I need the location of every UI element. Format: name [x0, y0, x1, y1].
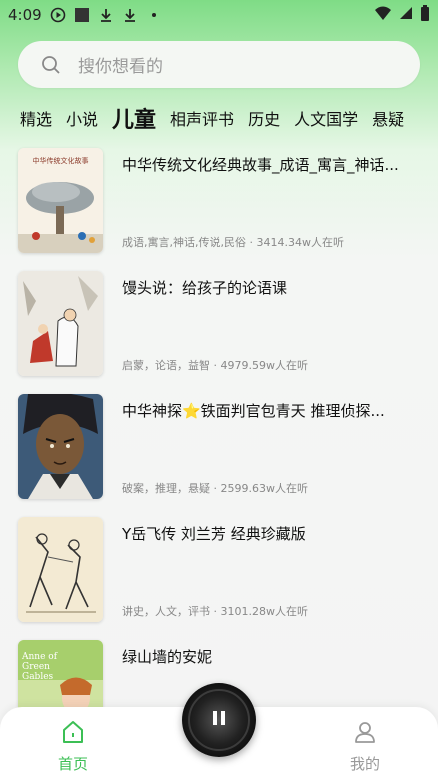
nav-home[interactable]: 首页 [43, 719, 103, 774]
search-icon [40, 54, 62, 76]
album-meta: 破案，推理，悬疑 · 2599.63w人在听 [122, 482, 308, 495]
tab-xuanyi[interactable]: 悬疑 [372, 106, 404, 130]
status-bar: 4:09 [0, 0, 438, 30]
record-ring [188, 689, 250, 751]
play-circle-icon [50, 7, 66, 23]
album-cover [18, 517, 103, 622]
album-meta: 成语,寓言,神话,传说,民俗 · 3414.34w人在听 [122, 236, 344, 249]
category-tabs: 精选 小说 儿童 相声评书 历史 人文国学 悬疑 [0, 98, 438, 138]
app-square-icon [74, 7, 90, 23]
download-icon [98, 7, 114, 23]
album-cover [18, 394, 103, 499]
mini-player-button[interactable] [182, 683, 256, 757]
tab-xiangsheng[interactable]: 相声评书 [170, 106, 234, 130]
album-meta: 讲史，人文，评书 · 3101.28w人在听 [122, 605, 308, 618]
cover-text: 中华传统文化故事 [32, 157, 89, 165]
nav-mine-label: 我的 [349, 755, 380, 773]
list-item[interactable]: 中华传统文化故事 中华传统文化经典故事_成语_寓言_神话... 成语,寓言,神话… [0, 148, 438, 253]
nav-home-label: 首页 [57, 755, 88, 773]
cover-text: Anne of Green Gables [22, 652, 58, 682]
album-title: 绿山墙的安妮 [122, 648, 213, 666]
battery-icon [420, 5, 430, 25]
download-icon-2 [122, 7, 138, 23]
list-item[interactable]: 馒头说：给孩子的论语课 启蒙，论语，益智 · 4979.59w人在听 [0, 271, 438, 376]
tab-renwen[interactable]: 人文国学 [294, 106, 358, 130]
search-placeholder: 搜你想看的 [78, 57, 163, 77]
user-icon [352, 719, 378, 749]
album-cover [18, 271, 103, 376]
search-bar[interactable]: 搜你想看的 [18, 41, 420, 88]
tab-jingxuan[interactable]: 精选 [20, 106, 52, 130]
home-icon [60, 719, 86, 749]
nav-mine[interactable]: 我的 [335, 719, 395, 774]
album-title: 馒头说：给孩子的论语课 [122, 279, 288, 297]
album-meta: 启蒙，论语，益智 · 4979.59w人在听 [122, 359, 308, 372]
album-cover: 中华传统文化故事 [18, 148, 103, 253]
list-item[interactable]: Y岳飞传 刘兰芳 经典珍藏版 讲史，人文，评书 · 3101.28w人在听 [0, 517, 438, 622]
tab-xiaoshuo[interactable]: 小说 [66, 106, 98, 130]
notification-dot-icon [146, 7, 162, 23]
cell-signal-icon [398, 5, 414, 25]
album-title: Y岳飞传 刘兰芳 经典珍藏版 [122, 525, 306, 543]
album-title: 中华传统文化经典故事_成语_寓言_神话... [122, 156, 399, 174]
tab-lishi[interactable]: 历史 [248, 106, 280, 130]
album-title: 中华神探⭐铁面判官包青天 推理侦探... [122, 402, 385, 420]
status-time: 4:09 [8, 6, 42, 24]
list-item[interactable]: 中华神探⭐铁面判官包青天 推理侦探... 破案，推理，悬疑 · 2599.63w… [0, 394, 438, 499]
tab-ertong[interactable]: 儿童 [112, 102, 156, 134]
wifi-icon [374, 5, 392, 25]
